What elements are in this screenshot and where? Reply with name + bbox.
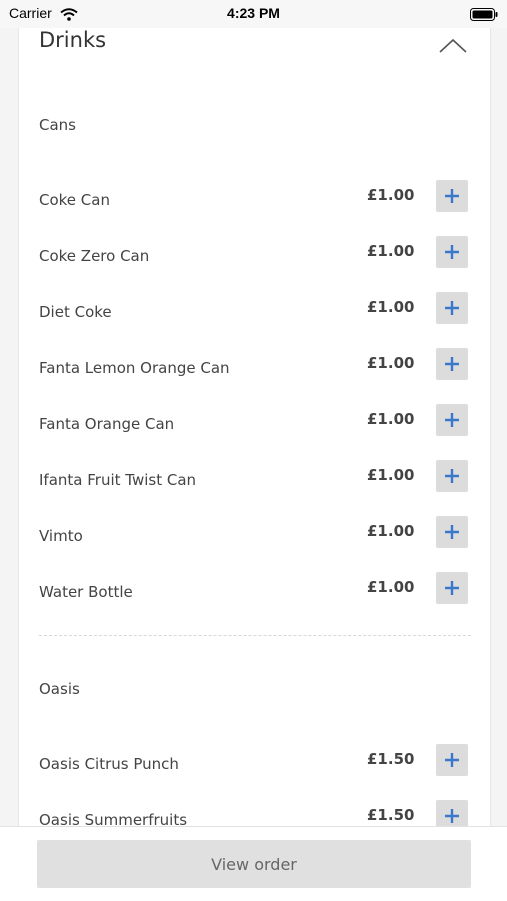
plus-icon bbox=[445, 301, 459, 315]
item-price: £1.00 bbox=[367, 578, 415, 596]
item-price: £1.00 bbox=[367, 242, 415, 260]
chevron-up-icon[interactable] bbox=[438, 38, 468, 54]
add-item-button[interactable] bbox=[436, 516, 468, 548]
item-price: £1.50 bbox=[367, 806, 415, 824]
add-item-button[interactable] bbox=[436, 744, 468, 776]
category-title: Drinks bbox=[39, 28, 107, 52]
item-name: Coke Zero Can bbox=[39, 247, 150, 265]
item-name: Fanta Orange Can bbox=[39, 415, 175, 433]
plus-icon bbox=[445, 581, 459, 595]
section-label-cans: Cans bbox=[39, 116, 76, 134]
add-item-button[interactable] bbox=[436, 180, 468, 212]
plus-icon bbox=[445, 525, 459, 539]
menu-item: Fanta Lemon Orange Can £1.00 bbox=[19, 348, 490, 388]
menu-category-card: Drinks Cans Coke Can £1.00 Coke Zero Can… bbox=[18, 8, 491, 838]
section-label-oasis: Oasis bbox=[39, 680, 80, 698]
item-price: £1.00 bbox=[367, 522, 415, 540]
menu-item: Oasis Citrus Punch £1.50 bbox=[19, 744, 490, 784]
item-price: £1.50 bbox=[367, 750, 415, 768]
item-price: £1.00 bbox=[367, 186, 415, 204]
plus-icon bbox=[445, 357, 459, 371]
add-item-button[interactable] bbox=[436, 236, 468, 268]
add-item-button[interactable] bbox=[436, 404, 468, 436]
item-price: £1.00 bbox=[367, 298, 415, 316]
menu-item: Diet Coke £1.00 bbox=[19, 292, 490, 332]
plus-icon bbox=[445, 189, 459, 203]
view-order-button[interactable]: View order bbox=[37, 840, 471, 888]
menu-item: Vimto £1.00 bbox=[19, 516, 490, 556]
add-item-button[interactable] bbox=[436, 572, 468, 604]
add-item-button[interactable] bbox=[436, 460, 468, 492]
add-item-button[interactable] bbox=[436, 348, 468, 380]
plus-icon bbox=[445, 245, 459, 259]
menu-item: Coke Can £1.00 bbox=[19, 180, 490, 220]
item-name: Diet Coke bbox=[39, 303, 112, 321]
menu-item: Water Bottle £1.00 bbox=[19, 572, 490, 612]
battery-icon bbox=[470, 6, 498, 21]
item-price: £1.00 bbox=[367, 354, 415, 372]
menu-item: Ifanta Fruit Twist Can £1.00 bbox=[19, 460, 490, 500]
menu-item: Fanta Orange Can £1.00 bbox=[19, 404, 490, 444]
status-bar: Carrier 4:23 PM bbox=[0, 0, 507, 28]
plus-icon bbox=[445, 469, 459, 483]
plus-icon bbox=[445, 809, 459, 823]
plus-icon bbox=[445, 753, 459, 767]
clock: 4:23 PM bbox=[227, 5, 280, 21]
item-name: Water Bottle bbox=[39, 583, 133, 601]
item-name: Ifanta Fruit Twist Can bbox=[39, 471, 197, 489]
item-price: £1.00 bbox=[367, 466, 415, 484]
section-divider bbox=[39, 635, 471, 636]
add-item-button[interactable] bbox=[436, 292, 468, 324]
item-name: Vimto bbox=[39, 527, 83, 545]
item-name: Fanta Lemon Orange Can bbox=[39, 359, 230, 377]
item-name: Coke Can bbox=[39, 191, 110, 209]
menu-item: Coke Zero Can £1.00 bbox=[19, 236, 490, 276]
item-price: £1.00 bbox=[367, 410, 415, 428]
order-footer: View order bbox=[0, 826, 507, 901]
item-name: Oasis Citrus Punch bbox=[39, 755, 179, 773]
plus-icon bbox=[445, 413, 459, 427]
